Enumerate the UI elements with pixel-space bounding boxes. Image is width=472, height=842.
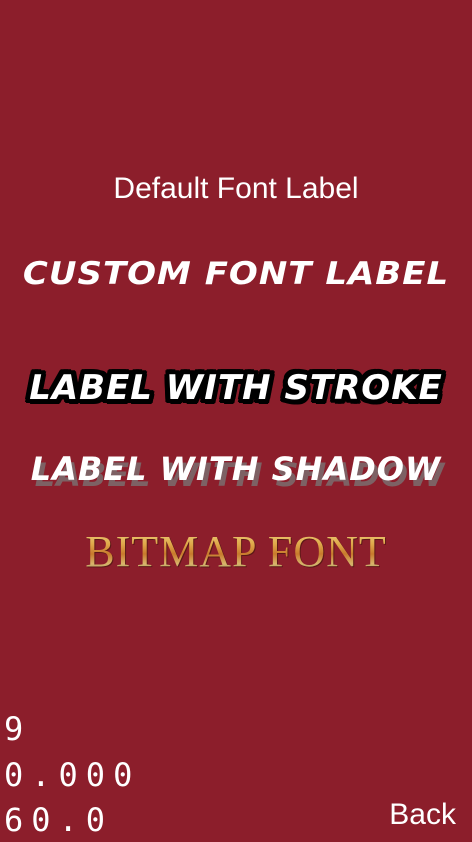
shadow-font-label: LABEL WITH SHADOW bbox=[30, 450, 442, 488]
default-font-label: Default Font Label bbox=[113, 172, 359, 205]
custom-font-label: CUSTOM FONT LABEL bbox=[22, 255, 450, 293]
bitmap-font-label: BITMAP FONT bbox=[0, 526, 472, 577]
back-button[interactable]: Back bbox=[389, 798, 456, 832]
stroke-font-label: LABEL WITH STROKE bbox=[29, 368, 443, 408]
stats-frame-time: 0.000 bbox=[4, 756, 141, 794]
stats-draw-calls: 9 bbox=[4, 710, 32, 748]
stats-fps: 60.0 bbox=[4, 801, 114, 839]
bitmap-font-text: BITMAP FONT bbox=[85, 527, 387, 576]
